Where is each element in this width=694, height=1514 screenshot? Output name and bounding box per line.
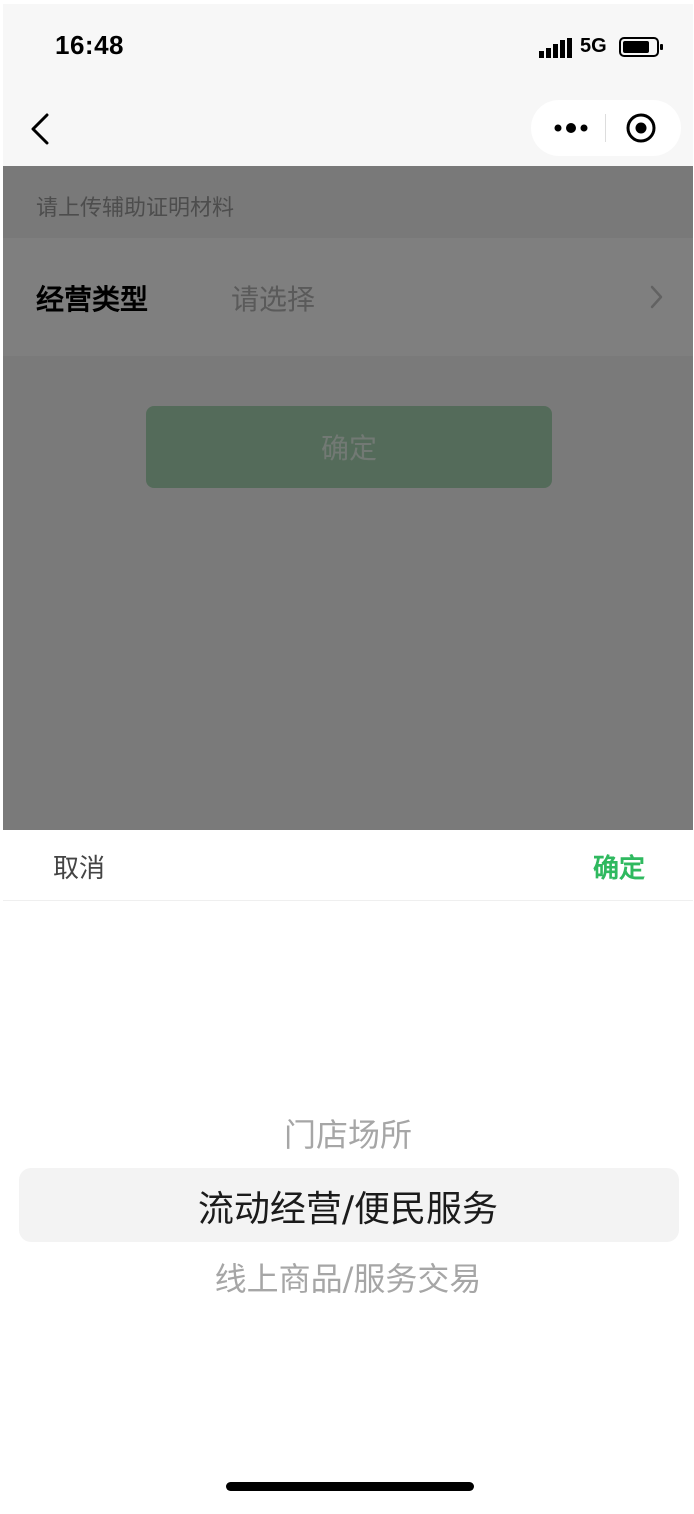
picker-cancel-button[interactable]: 取消 bbox=[53, 848, 105, 885]
signal-bars-icon bbox=[539, 38, 572, 58]
picker-option-online[interactable]: 线上商品/服务交易 bbox=[3, 1254, 693, 1300]
picker-toolbar: 取消 确定 bbox=[3, 830, 693, 901]
status-bar: 16:48 5G bbox=[3, 4, 693, 92]
capsule-divider bbox=[605, 114, 606, 142]
picker-option-store[interactable]: 门店场所 bbox=[3, 1110, 693, 1156]
battery-icon bbox=[619, 37, 663, 57]
picker-option-mobile-selected[interactable]: 流动经营/便民服务 bbox=[3, 1180, 693, 1232]
chevron-left-icon[interactable] bbox=[27, 110, 55, 148]
target-close-icon[interactable] bbox=[621, 110, 661, 146]
mini-program-capsule bbox=[531, 100, 681, 156]
phone-screen: 16:48 5G 取消 确定 门店场所 流动经营/便民服务 线上商品/服务交易 bbox=[3, 4, 693, 1510]
status-time: 16:48 bbox=[55, 30, 124, 60]
business-type-picker: 取消 确定 门店场所 流动经营/便民服务 线上商品/服务交易 bbox=[3, 830, 693, 1510]
modal-mask[interactable] bbox=[3, 166, 693, 830]
more-dots-icon[interactable] bbox=[545, 110, 597, 146]
network-type: 5G bbox=[580, 35, 607, 57]
picker-confirm-button[interactable]: 确定 bbox=[593, 848, 645, 885]
home-indicator bbox=[226, 1482, 474, 1491]
navigation-bar bbox=[3, 92, 693, 166]
